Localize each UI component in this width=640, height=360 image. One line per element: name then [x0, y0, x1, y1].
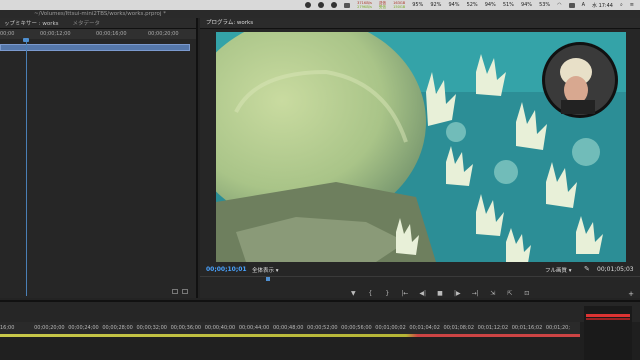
program-scrubber[interactable] [200, 276, 640, 282]
stat-7[interactable]: 94% [521, 2, 532, 8]
zoom-select[interactable]: 全体表示 ▾ [252, 266, 279, 274]
stat-2[interactable]: 92% [430, 2, 441, 8]
timeline-tick: 00;01;16;02 [511, 325, 543, 331]
tab-audio-mixer[interactable]: ップミキサー : works [4, 19, 59, 27]
source-bottom-icons [172, 289, 188, 294]
network-monitor[interactable]: 371KB/s 279KB/s [357, 1, 372, 9]
battery-icon[interactable] [568, 2, 575, 8]
extract-button[interactable]: ⇱ [507, 290, 513, 297]
stop-button[interactable]: ■ [437, 290, 443, 297]
settings-icon[interactable] [182, 289, 188, 294]
source-ruler[interactable]: 00;00 00;00;12;00 00;00;16;00 00;00;20;0… [0, 29, 196, 39]
video-frame [216, 32, 626, 262]
stat-8[interactable]: 53% [539, 2, 550, 8]
duration-timecode: 00;01;05;03 [597, 266, 634, 273]
lift-button[interactable]: ⇲ [490, 290, 496, 297]
meter-right [586, 318, 630, 320]
source-clip-bar[interactable] [0, 44, 190, 51]
timeline-tick: 00;00;28;00 [102, 325, 133, 331]
timeline-tick: 16;00 [0, 325, 15, 331]
add-marker-button[interactable]: ▼ [350, 290, 356, 297]
stat-4[interactable]: 52% [467, 2, 478, 8]
export-icon[interactable] [172, 289, 178, 294]
timeline-tick: 00;00;52;00 [307, 325, 338, 331]
src-tick-3: 00;00;16;00 [96, 31, 127, 37]
net-labels: 送信 受信 [379, 1, 386, 9]
timeline-panel: 16;00 00;00;20;00 00;00;24;00 00;00;28;00 00… [0, 300, 640, 360]
net-down: 279KB/s [357, 5, 372, 9]
source-panel: ップミキサー : works メタデータ 00;00 00;00;12;00 0… [0, 18, 198, 298]
source-playhead-line [26, 38, 27, 296]
go-to-in-button[interactable]: |← [401, 290, 408, 297]
source-tabbar: ップミキサー : works メタデータ [0, 18, 196, 29]
timeline-tick: 00;01;08;02 [443, 325, 475, 331]
playhead-timecode[interactable]: 00;00;10;01 [206, 266, 247, 273]
timeline-tick: 00;00;48;00 [272, 325, 304, 331]
src-tick-4: 00;00;20;00 [148, 31, 179, 37]
window-title-path: ~/Volumes/Ittsui-mini2TBS/works/works.pr… [0, 10, 640, 18]
step-back-button[interactable]: ◀| [419, 290, 426, 297]
timeline-tick: 00;00;24;00 [68, 325, 99, 331]
source-playhead-handle[interactable] [23, 38, 29, 42]
meter-left [586, 314, 630, 317]
timeline-ruler[interactable]: 16;00 00;00;20;00 00;00;24;00 00;00;28;00 00… [0, 322, 580, 334]
tab-metadata[interactable]: メタデータ [73, 19, 101, 27]
timeline-tick: 00;01;20; [545, 325, 571, 331]
program-playhead[interactable] [266, 277, 270, 281]
program-controls: 00;00;10;01 全体表示 ▾ フル画質 ▾ ✎ 00;01;05;03 [200, 264, 640, 276]
menubar: 371KB/s 279KB/s 送信 受信 163GB 150GB 95% 92… [0, 0, 640, 10]
audio-meters [584, 306, 632, 360]
mem2: 150GB [393, 5, 406, 9]
timeline-tick: 00;00;36;00 [170, 325, 202, 331]
underwater-scene [216, 32, 626, 262]
timeline-tick: 00;00;40;00 [204, 325, 236, 331]
go-to-out-button[interactable]: →| [472, 290, 479, 297]
list-icon[interactable]: ≡ [630, 2, 634, 8]
clock[interactable]: 水 17:44 [592, 2, 613, 9]
stat-3[interactable]: 94% [448, 2, 459, 8]
timeline-tracks[interactable] [0, 337, 580, 360]
search-icon[interactable]: ⌕ [620, 2, 623, 8]
wifi-icon[interactable]: ◠ [557, 2, 561, 8]
quality-select-value: フル画質 [545, 268, 568, 274]
src-tick-2: 00;00;12;00 [40, 31, 71, 37]
add-button[interactable]: + [628, 290, 634, 298]
mark-in-button[interactable]: { [367, 290, 373, 297]
dropbox-icon[interactable] [305, 2, 312, 8]
premiere-window: 371KB/s 279KB/s 送信 受信 163GB 150GB 95% 92… [0, 0, 640, 360]
program-tab[interactable]: プログラム: works [200, 18, 640, 29]
timeline-tick: 00;00;56;00 [341, 325, 372, 331]
timeline-tick: 00;01;12;02 [477, 325, 509, 331]
transport-controls: ▼ { } |← ◀| ■ |▶ →| ⇲ ⇱ ⊡ [200, 288, 640, 298]
timeline-tick: 00;00;44;00 [238, 325, 270, 331]
timeline-header [0, 302, 640, 322]
mark-out-button[interactable]: } [384, 290, 390, 297]
src-tick-1: 00;00 [0, 31, 15, 37]
stat-1[interactable]: 95% [412, 2, 423, 8]
timeline-tick: 00;01;00;02 [375, 325, 406, 331]
user-initial[interactable]: A [582, 2, 585, 8]
display-icon[interactable] [344, 2, 351, 8]
clock-icon[interactable] [318, 2, 325, 8]
stat-6[interactable]: 51% [503, 2, 514, 8]
timeline-tick: 00;01;04;02 [409, 325, 440, 331]
stat-5[interactable]: 94% [485, 2, 496, 8]
quality-select[interactable]: フル画質 ▾ [545, 266, 572, 274]
zoom-select-value: 全体表示 [252, 268, 275, 274]
net-label-down: 受信 [378, 5, 387, 9]
timeline-tick: 00;00;20;00 [34, 325, 65, 331]
memory-monitor[interactable]: 163GB 150GB [393, 1, 405, 9]
timeline-tick: 00;00;32;00 [136, 325, 167, 331]
export-frame-button[interactable]: ⊡ [524, 290, 530, 297]
wrench-icon[interactable]: ✎ [584, 265, 590, 273]
sync-icon[interactable] [331, 2, 338, 8]
step-forward-button[interactable]: |▶ [454, 290, 461, 297]
program-monitor: プログラム: works 00;00;10;01 全体表示 ▾ フル画質 ▾ ✎… [200, 18, 640, 298]
